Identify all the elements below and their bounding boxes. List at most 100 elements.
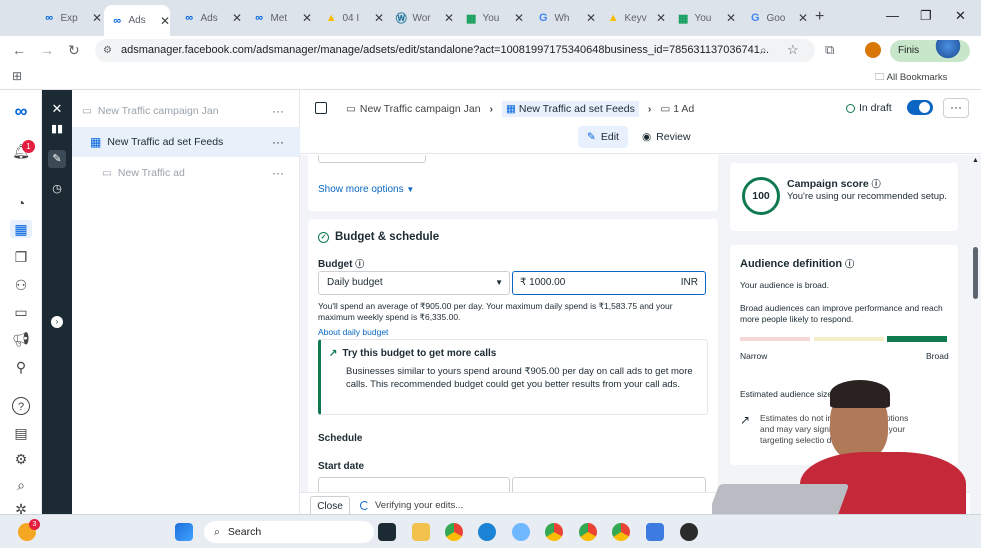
campaign-score-card: 100 Campaign score ⓘ You're using our re… bbox=[730, 163, 958, 231]
close-icon[interactable]: ✕ bbox=[444, 11, 454, 25]
close-icon[interactable]: ✕ bbox=[160, 14, 170, 28]
chrome-icon[interactable] bbox=[579, 523, 597, 541]
history-clock-icon[interactable]: ◷ bbox=[48, 180, 66, 198]
scrollbar-thumb[interactable] bbox=[973, 247, 978, 299]
review-tab[interactable]: ◉ Review bbox=[642, 126, 691, 148]
url-input[interactable]: ⚙ adsmanager.facebook.com/adsmanager/man… bbox=[95, 39, 815, 62]
browser-tab[interactable]: G Wh ✕ bbox=[530, 7, 596, 29]
more-options-icon[interactable]: ··· bbox=[272, 166, 284, 180]
chrome-icon[interactable] bbox=[612, 523, 630, 541]
browser-tab[interactable]: ▲ Keyv ✕ bbox=[600, 7, 666, 29]
help-icon[interactable]: ? bbox=[12, 397, 30, 415]
close-icon[interactable]: ✕ bbox=[798, 11, 808, 25]
meta-logo-icon[interactable]: ∞ bbox=[12, 102, 30, 120]
file-explorer-icon[interactable] bbox=[412, 523, 430, 541]
news-icon[interactable]: ▤ bbox=[12, 424, 30, 442]
more-options-icon[interactable]: ··· bbox=[272, 104, 284, 118]
events-icon[interactable]: ⚲ bbox=[12, 358, 30, 376]
windows-start-icon[interactable] bbox=[175, 523, 193, 541]
settings-gear-icon[interactable]: ⚙ bbox=[12, 450, 30, 468]
back-icon[interactable]: ← bbox=[12, 42, 26, 58]
forward-icon[interactable]: → bbox=[40, 42, 54, 58]
grid-icon: ▦ bbox=[90, 135, 102, 149]
chrome-icon[interactable] bbox=[445, 523, 463, 541]
app-icon[interactable] bbox=[680, 523, 698, 541]
draft-toggle[interactable] bbox=[907, 100, 933, 115]
profile-avatar[interactable] bbox=[865, 42, 881, 58]
finish-update-button[interactable]: Finis bbox=[890, 40, 970, 62]
browser-tab[interactable]: ∞ Exp ✕ bbox=[36, 7, 102, 29]
breadcrumb-ad[interactable]: 1 Ad bbox=[673, 103, 694, 115]
expand-chevron-icon[interactable]: › bbox=[51, 316, 63, 328]
narrow-label: Narrow bbox=[740, 351, 768, 361]
new-tab-button[interactable]: + bbox=[815, 8, 824, 26]
webcam-overlay bbox=[712, 370, 974, 514]
close-icon[interactable]: ✕ bbox=[374, 11, 384, 25]
task-view-icon[interactable] bbox=[378, 523, 396, 541]
browser-tab[interactable]: ▦ You ✕ bbox=[458, 7, 524, 29]
close-icon[interactable]: ✕ bbox=[48, 100, 66, 118]
minimize-button[interactable]: — bbox=[886, 8, 899, 23]
edge-icon[interactable] bbox=[478, 523, 496, 541]
gauge-icon[interactable]: ◔ bbox=[12, 194, 30, 212]
site-info-icon[interactable]: ⚙ bbox=[103, 39, 112, 62]
all-bookmarks[interactable]: 🗀 All Bookmarks bbox=[875, 70, 947, 86]
chevron-right-icon: › bbox=[647, 103, 652, 115]
pencil-icon[interactable]: ✎ bbox=[48, 150, 66, 168]
chart-icon[interactable]: ▮▮ bbox=[48, 120, 66, 138]
truncated-input[interactable] bbox=[318, 155, 426, 163]
tip-title: ↗ Try this budget to get more calls bbox=[329, 348, 497, 359]
browser-tab[interactable]: Ⓦ Wor ✕ bbox=[388, 7, 454, 29]
notepad-icon[interactable] bbox=[646, 523, 664, 541]
eye-icon: ◉ bbox=[642, 131, 652, 143]
close-icon[interactable]: ✕ bbox=[656, 11, 666, 25]
meter-mid bbox=[814, 337, 884, 341]
close-icon[interactable]: ✕ bbox=[92, 11, 102, 25]
scroll-up-icon[interactable]: ▲ bbox=[972, 157, 979, 164]
close-window-button[interactable]: ✕ bbox=[955, 8, 966, 24]
browser-tab[interactable]: ▲ 04 I ✕ bbox=[318, 7, 384, 29]
pages-icon[interactable]: ❐ bbox=[12, 248, 30, 266]
tree-item-adset[interactable]: ▦ New Traffic ad set Feeds ··· bbox=[72, 127, 300, 157]
more-options-icon[interactable]: ··· bbox=[272, 135, 284, 149]
close-icon[interactable]: ✕ bbox=[726, 11, 736, 25]
about-daily-budget-link[interactable]: About daily budget bbox=[318, 327, 388, 338]
budget-type-select[interactable]: Daily budget ▼ bbox=[318, 271, 510, 295]
close-icon[interactable]: ✕ bbox=[302, 11, 312, 25]
browser-tab[interactable]: ∞ Ads ✕ bbox=[176, 7, 242, 29]
browser-tab[interactable]: ∞ Met ✕ bbox=[246, 7, 312, 29]
extensions-icon[interactable]: ⧉ bbox=[825, 42, 834, 58]
breadcrumb-campaign[interactable]: New Traffic campaign Jan bbox=[360, 103, 481, 115]
search-icon[interactable]: ⌕ bbox=[12, 476, 30, 494]
star-icon[interactable]: ☆ bbox=[787, 42, 799, 58]
app-icon[interactable] bbox=[512, 523, 530, 541]
panel-toggle-icon[interactable] bbox=[315, 102, 327, 114]
breadcrumb-adset[interactable]: ▦ New Traffic ad set Feeds bbox=[502, 101, 639, 117]
megaphone-icon[interactable]: 📢︎ bbox=[12, 330, 30, 348]
draft-status: In draft bbox=[846, 102, 892, 114]
caret-down-icon: ▼ bbox=[495, 278, 503, 287]
close-icon[interactable]: ✕ bbox=[586, 11, 596, 25]
browser-tab[interactable]: G Goo ✕ bbox=[742, 7, 808, 29]
chrome-icon[interactable] bbox=[545, 523, 563, 541]
show-more-options[interactable]: Show more options ▼ bbox=[318, 184, 414, 195]
tree-item-ad[interactable]: ▭ New Traffic ad ··· bbox=[72, 158, 300, 188]
edit-tab[interactable]: ✎ Edit bbox=[578, 126, 628, 148]
browser-tab[interactable]: ▦ You ✕ bbox=[670, 7, 736, 29]
table-icon[interactable]: ▦ bbox=[10, 220, 32, 238]
close-icon[interactable]: ✕ bbox=[514, 11, 524, 25]
budget-amount-input[interactable]: ₹ 1000.00 INR bbox=[512, 271, 706, 295]
apps-grid-icon[interactable]: ⊞ bbox=[12, 69, 22, 83]
audience-icon[interactable]: ⚇ bbox=[12, 276, 30, 294]
close-icon[interactable]: ✕ bbox=[232, 11, 242, 25]
zoom-icon[interactable]: ⌕ bbox=[760, 43, 767, 58]
restore-button[interactable]: ❐ bbox=[920, 8, 932, 24]
tree-item-campaign[interactable]: ▭ New Traffic campaign Jan ··· bbox=[72, 96, 300, 126]
audience-note: Broad audiences can improve performance … bbox=[740, 303, 943, 324]
taskbar-search[interactable]: ⌕ Search bbox=[204, 521, 374, 543]
meter-broad bbox=[887, 336, 947, 342]
reload-icon[interactable]: ↻ bbox=[68, 42, 80, 59]
billing-card-icon[interactable]: ▭ bbox=[12, 303, 30, 321]
browser-tab-active[interactable]: ∞ Ads ✕ bbox=[104, 5, 170, 36]
more-options-button[interactable]: ··· bbox=[943, 98, 969, 118]
